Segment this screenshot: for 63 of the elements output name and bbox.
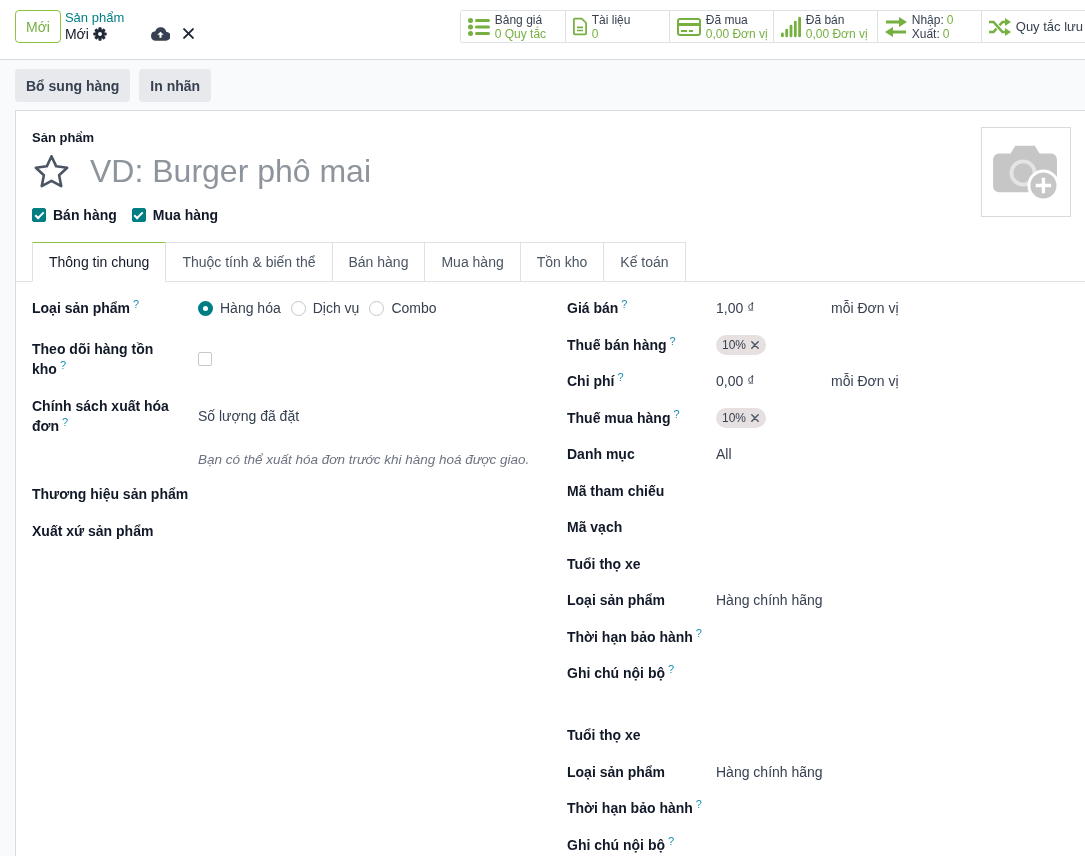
smart-button[interactable]: Quy tắc lưu bbox=[980, 11, 1085, 42]
radio-label[interactable]: Combo bbox=[391, 298, 437, 318]
field-label: Mã tham chiếu bbox=[567, 482, 665, 499]
tag-label: 10% bbox=[722, 409, 747, 427]
radio-label[interactable]: Dịch vụ bbox=[312, 298, 360, 318]
checkbox-label[interactable]: Bán hàng bbox=[53, 205, 117, 225]
radio-button[interactable] bbox=[290, 300, 306, 316]
remove-icon[interactable] bbox=[751, 340, 760, 349]
field-label: Chi phí $^{?}$ bbox=[567, 373, 624, 389]
field-label: Loại sản phẩm bbox=[567, 592, 666, 608]
field-label: Thời hạn bảo hành $^{?}$ bbox=[567, 800, 702, 816]
shuffle-icon bbox=[988, 17, 1011, 36]
price-value[interactable]: 1,00 ₫ bbox=[716, 298, 831, 318]
field-value[interactable]: All bbox=[716, 444, 732, 464]
field-label: Loại sản phẩm bbox=[567, 763, 666, 780]
unit-label: mỗi Đơn vị bbox=[831, 299, 899, 318]
signal-bars-icon bbox=[780, 15, 801, 38]
field-value[interactable]: Hàng chính hãng bbox=[716, 590, 823, 610]
tab[interactable]: Thông tin chung bbox=[32, 242, 167, 282]
field-label: Danh mục bbox=[567, 446, 635, 462]
help-text: Bạn có thể xuất hóa đơn trước khi hàng hoá được giao. bbox=[198, 451, 531, 469]
name-field[interactable]: VD: Burger phô mai bbox=[90, 151, 650, 191]
breadcrumb-link[interactable]: Sản phẩm bbox=[64, 10, 125, 26]
action-button[interactable]: Bổ sung hàng bbox=[15, 69, 131, 102]
field-value[interactable]: Số lượng đã đặt bbox=[198, 405, 300, 426]
cloud-upload-icon[interactable] bbox=[151, 27, 171, 41]
breadcrumb-current: Mới bbox=[64, 26, 89, 42]
field-label: Giá bán $^{?}$ bbox=[567, 300, 628, 316]
checkbox[interactable] bbox=[198, 352, 212, 366]
close-icon[interactable] bbox=[183, 28, 195, 39]
radio-button[interactable] bbox=[198, 300, 213, 316]
field-label: Mã vạch bbox=[567, 519, 623, 535]
field-label: Loại sản phẩm $^{?}$ bbox=[32, 300, 140, 316]
field-label: Theo dõi hàng tồn kho $^{?}$ bbox=[32, 341, 154, 377]
form-caption: Sản phẩm bbox=[32, 129, 95, 147]
field-value[interactable]: Hàng chính hãng bbox=[716, 761, 823, 782]
swap-arrows-icon bbox=[884, 16, 907, 37]
field-label: Chính sách xuất hóa đơn $^{?}$ bbox=[32, 397, 169, 434]
field-label: Ghi chú nội bộ $^{?}$ bbox=[567, 665, 675, 681]
field-label: Xuất xứ sản phẩm bbox=[32, 522, 154, 539]
remove-icon[interactable] bbox=[751, 413, 760, 422]
credit-card-icon bbox=[676, 17, 701, 36]
field-label: Ghi chú nội bộ $^{?}$ bbox=[567, 836, 675, 853]
radio-label[interactable]: Hàng hóa bbox=[220, 298, 281, 318]
tab[interactable]: Kế toán bbox=[603, 242, 686, 282]
file-icon bbox=[572, 17, 587, 36]
field-label: Thuế bán hàng $^{?}$ bbox=[567, 336, 676, 353]
tag-label: 10% bbox=[722, 336, 747, 354]
field-label: Thương hiệu sản phẩm bbox=[32, 486, 189, 502]
radio-button[interactable] bbox=[369, 300, 385, 316]
checkbox[interactable] bbox=[131, 208, 146, 222]
settings-icon[interactable] bbox=[92, 27, 107, 41]
price-value[interactable]: 0,00 ₫ bbox=[716, 371, 831, 391]
list-icon bbox=[467, 17, 490, 36]
field-label: Tuổi thọ xe bbox=[567, 555, 641, 572]
star-icon[interactable] bbox=[33, 153, 70, 189]
field-label: Thời hạn bảo hành $^{?}$ bbox=[567, 628, 702, 645]
checkbox-label[interactable]: Mua hàng bbox=[152, 205, 219, 225]
unit-label: mỗi Đơn vị bbox=[831, 372, 899, 391]
field-label: Tuổi thọ xe bbox=[567, 727, 641, 743]
field-label: Thuế mua hàng $^{?}$ bbox=[567, 409, 680, 426]
checkbox[interactable] bbox=[32, 208, 46, 222]
action-button[interactable]: In nhãn bbox=[139, 69, 212, 102]
